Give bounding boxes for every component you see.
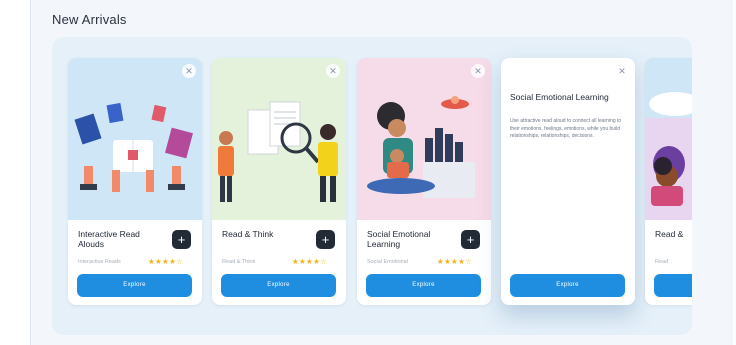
section-title: New Arrivals	[52, 12, 127, 27]
read-and-think-illustration	[212, 58, 346, 220]
card-title: Read &	[655, 229, 684, 239]
resource-card-partial[interactable]: Read & Read Ex	[645, 58, 692, 305]
card-title: Interactive Read Alouds	[78, 229, 140, 249]
resource-card-expanded[interactable]: ✕ Social Emotional Learning Use attracti…	[501, 58, 635, 305]
resource-card-social-emotional-learning[interactable]: ✕ Social Emotional Learning + Social Emo…	[357, 58, 491, 305]
card-meta: Read & Think	[222, 259, 256, 265]
expanded-card-title: Social Emotional Learning	[510, 92, 609, 102]
close-icon[interactable]: ✕	[326, 64, 340, 78]
card-title: Social Emotional Learning	[367, 229, 431, 249]
new-arrivals-carousel[interactable]: ✕ Interactive Read Alouds + Interactive …	[52, 37, 692, 335]
card-meta: Read	[655, 259, 669, 265]
card-meta: Interactive Reads	[78, 259, 121, 265]
star-rating: ★★★★☆	[292, 257, 328, 266]
card-meta: Social Emotional	[367, 259, 408, 265]
explore-button[interactable]: Explore	[77, 274, 192, 297]
explore-button[interactable]: Explore	[366, 274, 481, 297]
plus-icon[interactable]: +	[172, 230, 191, 249]
card-title: Read & Think	[222, 229, 274, 239]
explore-button[interactable]: Explore	[221, 274, 336, 297]
close-icon[interactable]: ✕	[182, 64, 196, 78]
star-rating: ★★★★☆	[148, 257, 184, 266]
card-thumbnail	[357, 58, 491, 220]
resource-card-read-and-think[interactable]: ✕ Read & Think + Read & Think ★★★★☆ Expl…	[212, 58, 346, 305]
close-icon[interactable]: ✕	[615, 64, 629, 78]
read-alouds-illustration	[68, 58, 202, 220]
star-rating: ★★★★☆	[437, 257, 473, 266]
card-thumbnail	[645, 58, 692, 220]
explore-button[interactable]: Ex	[654, 274, 692, 297]
social-emotional-illustration	[357, 58, 491, 220]
explore-button[interactable]: Explore	[510, 274, 625, 297]
card-thumbnail	[68, 58, 202, 220]
plus-icon[interactable]: +	[316, 230, 335, 249]
resource-card-interactive-read-alouds[interactable]: ✕ Interactive Read Alouds + Interactive …	[68, 58, 202, 305]
close-icon[interactable]: ✕	[471, 64, 485, 78]
expanded-card-description: Use attractive read aloud to connect all…	[510, 118, 622, 139]
plus-icon[interactable]: +	[461, 230, 480, 249]
partial-card-illustration	[645, 58, 692, 220]
card-thumbnail	[212, 58, 346, 220]
